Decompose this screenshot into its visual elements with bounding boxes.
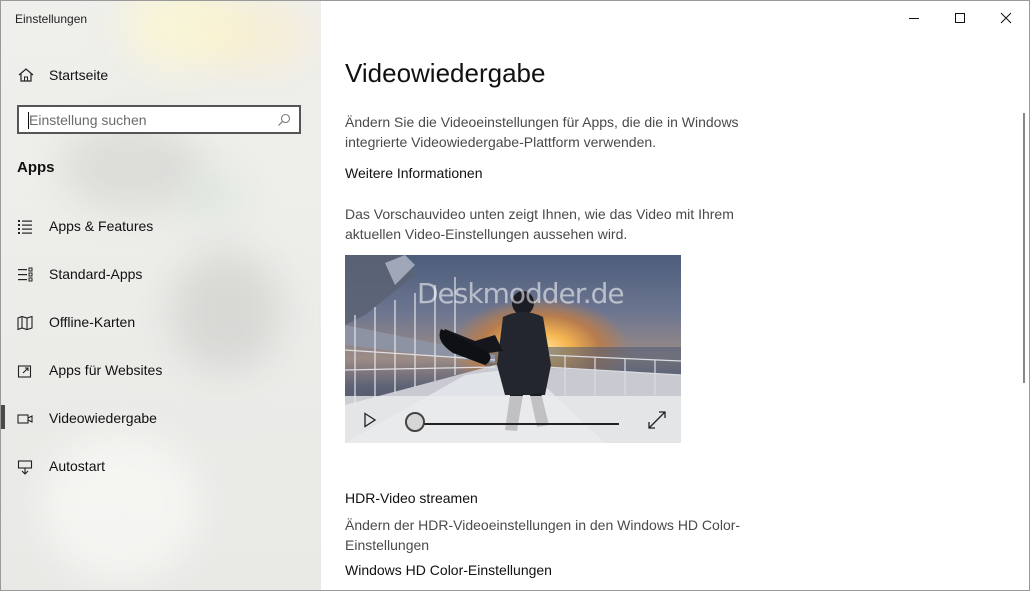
main-content: Videowiedergabe Ändern Sie die Videoeins… — [321, 1, 1029, 590]
startup-icon — [17, 460, 33, 475]
video-controls — [345, 396, 681, 443]
maximize-button[interactable] — [937, 1, 983, 35]
maximize-icon — [955, 13, 965, 23]
settings-window: Einstellungen Startseite Apps — [0, 0, 1030, 591]
sidebar-item-label: Standard-Apps — [49, 266, 143, 282]
preview-description: Das Vorschauvideo unten zeigt Ihnen, wie… — [345, 206, 734, 242]
close-icon — [1000, 12, 1012, 24]
hdr-description: Ändern der HDR-Videoeinstellungen in den… — [345, 517, 741, 553]
search-box — [17, 105, 301, 134]
home-icon — [18, 68, 34, 82]
sidebar-item-label: Offline-Karten — [49, 314, 136, 330]
section-heading-apps: Apps — [17, 159, 55, 176]
sidebar: Einstellungen Startseite Apps — [1, 1, 321, 590]
sidebar-item-offline-maps[interactable]: Offline-Karten — [1, 303, 321, 343]
hd-color-settings-link[interactable]: Windows HD Color-Einstellungen — [345, 562, 552, 578]
video-progress-track[interactable] — [417, 423, 619, 425]
window-title: Einstellungen — [15, 12, 88, 26]
search-icon[interactable] — [277, 113, 291, 127]
default-apps-icon — [18, 267, 33, 282]
sidebar-item-label: Videowiedergabe — [49, 410, 157, 426]
map-icon — [17, 315, 33, 331]
sidebar-item-autostart[interactable]: Autostart — [1, 447, 321, 487]
sidebar-item-default-apps[interactable]: Standard-Apps — [1, 255, 321, 295]
fullscreen-icon[interactable] — [647, 410, 667, 430]
list-icon — [18, 220, 32, 234]
sidebar-item-apps-features[interactable]: Apps & Features — [1, 207, 321, 247]
page-description: Ändern Sie die Videoeinstellungen für Ap… — [345, 114, 739, 150]
text-caret — [28, 112, 29, 129]
video-icon — [17, 414, 33, 424]
sidebar-item-apps-for-websites[interactable]: Apps für Websites — [1, 351, 321, 391]
page-title: Videowiedergabe — [345, 58, 546, 88]
open-in-icon — [17, 365, 32, 378]
hdr-heading: HDR-Video streamen — [345, 490, 478, 506]
sidebar-item-label: Apps & Features — [49, 218, 154, 234]
minimize-icon — [909, 18, 919, 19]
search-input[interactable] — [29, 111, 269, 129]
play-icon[interactable] — [363, 412, 377, 428]
minimize-button[interactable] — [891, 1, 937, 35]
sidebar-item-home[interactable]: Startseite — [1, 57, 321, 93]
scrollbar[interactable] — [1023, 113, 1025, 383]
video-progress-thumb[interactable] — [405, 412, 425, 432]
sidebar-item-label: Autostart — [49, 458, 106, 474]
video-preview[interactable]: Deskmodder.de — [345, 255, 681, 443]
video-watermark: Deskmodder.de — [417, 277, 625, 310]
sidebar-item-label: Startseite — [49, 67, 109, 83]
sidebar-item-video-playback[interactable]: Videowiedergabe — [1, 399, 321, 439]
more-info-link[interactable]: Weitere Informationen — [345, 165, 482, 181]
close-button[interactable] — [983, 1, 1029, 35]
active-indicator — [1, 405, 5, 429]
sidebar-item-label: Apps für Websites — [49, 362, 163, 378]
